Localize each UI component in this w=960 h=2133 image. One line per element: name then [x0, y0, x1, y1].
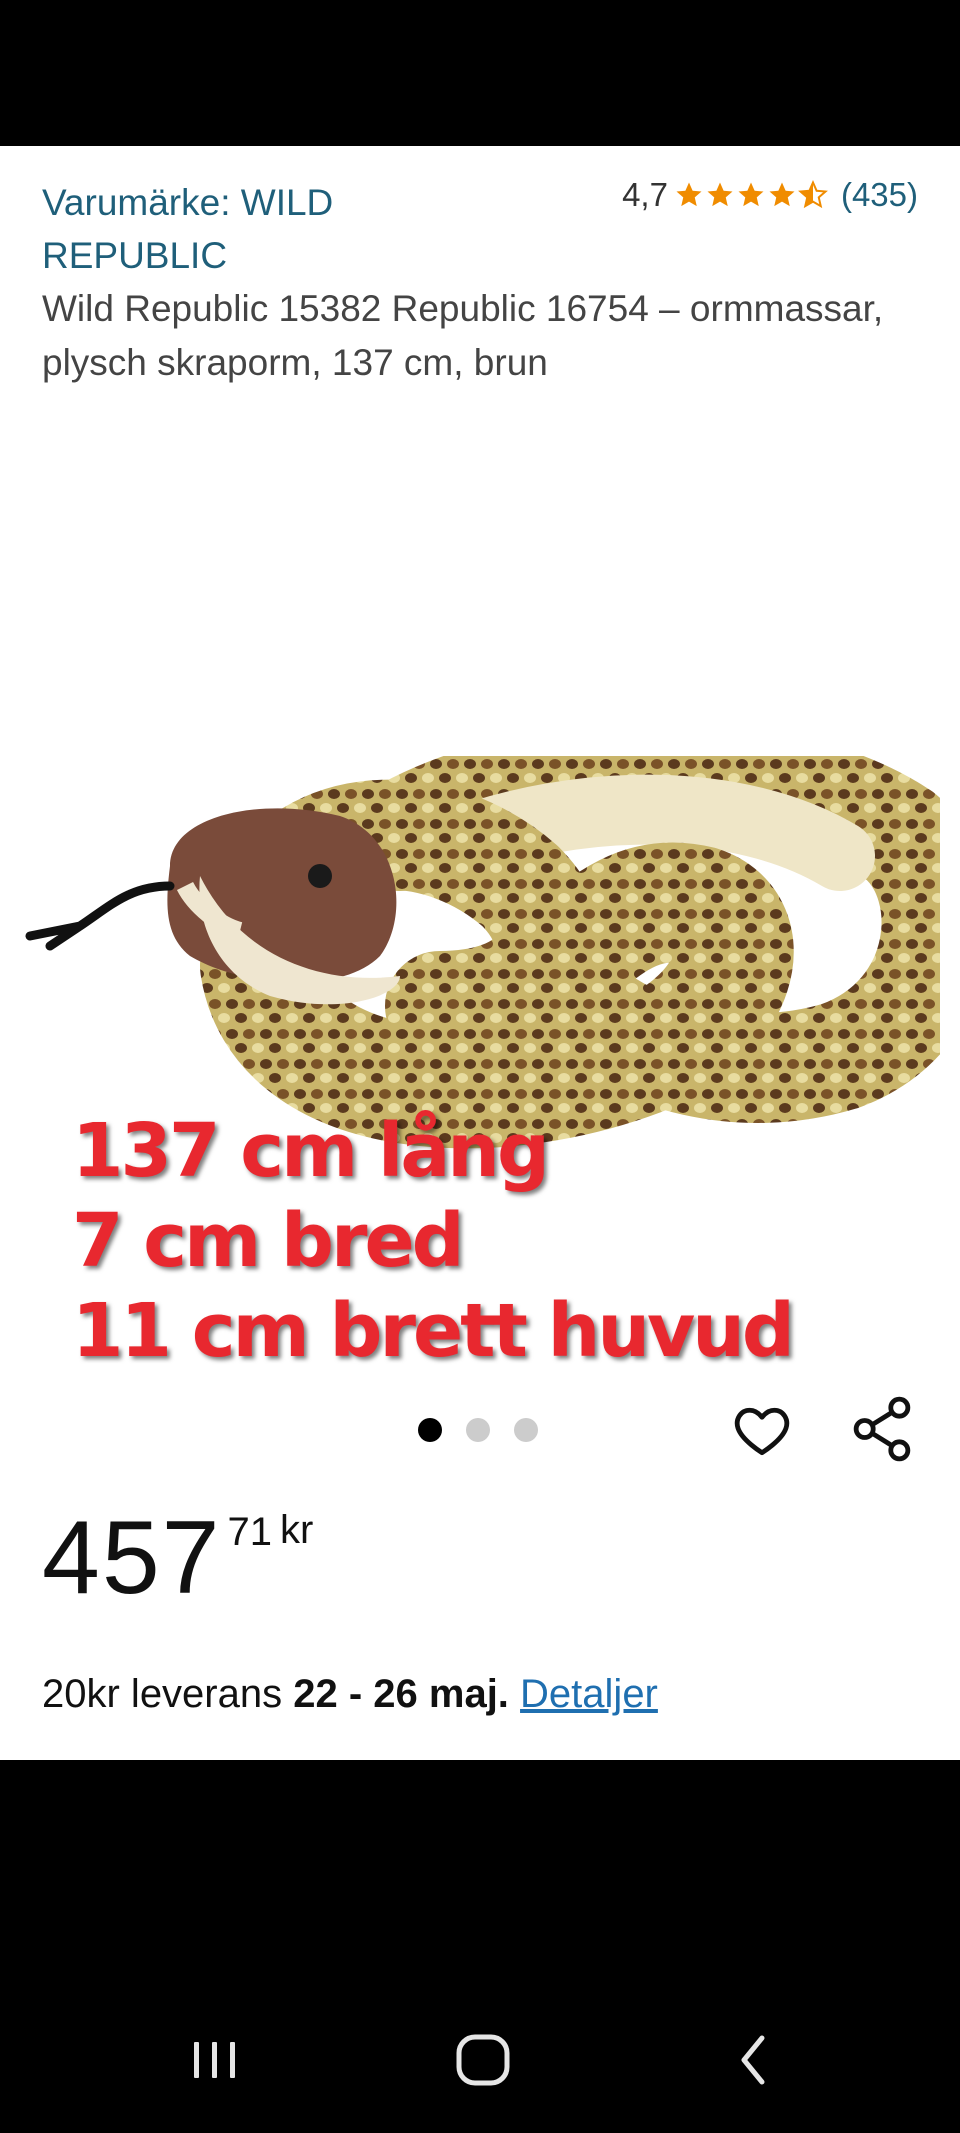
- delivery-dates: 22 - 26 maj.: [293, 1672, 509, 1716]
- system-nav-bar: [0, 2010, 960, 2110]
- rating-count: (435): [840, 176, 918, 213]
- price: 457 71 kr: [42, 1506, 313, 1610]
- brand-link[interactable]: Varumärke: WILD REPUBLIC: [42, 176, 472, 282]
- star-icon: [769, 182, 795, 207]
- star-icon: [738, 182, 764, 207]
- brand-line-2: REPUBLIC: [42, 235, 228, 276]
- rating-stars: [674, 180, 829, 210]
- product-detail: Varumärke: WILD REPUBLIC 4,7 (435) Wild …: [0, 146, 960, 1760]
- home-icon[interactable]: [448, 2030, 518, 2090]
- recents-icon[interactable]: [180, 2030, 250, 2090]
- delivery-info: 20kr leverans 22 - 26 maj. Detaljer: [42, 1672, 658, 1717]
- carousel-dot[interactable]: [514, 1418, 538, 1442]
- price-whole: 457: [42, 1500, 222, 1616]
- price-fraction: 71: [227, 1510, 273, 1554]
- carousel-indicator: [418, 1418, 538, 1442]
- brand-rating-row: Varumärke: WILD REPUBLIC 4,7 (435): [42, 176, 918, 282]
- product-title: Wild Republic 15382 Republic 16754 – orm…: [42, 288, 884, 383]
- size-width: 7 cm bred: [72, 1198, 465, 1284]
- size-length: 137 cm lång: [72, 1108, 550, 1194]
- star-icon: [707, 182, 733, 207]
- brand-line-1: Varumärke: WILD: [42, 182, 334, 223]
- carousel-dot[interactable]: [466, 1418, 490, 1442]
- heart-icon[interactable]: [730, 1398, 794, 1462]
- size-overlay-text: 137 cm lång 7 cm bred 11 cm brett huvud: [72, 1106, 795, 1376]
- size-head: 11 cm brett huvud: [72, 1288, 795, 1374]
- back-icon[interactable]: [720, 2030, 790, 2090]
- star-half-icon: [798, 180, 828, 209]
- product-image-carousel[interactable]: [0, 596, 960, 1556]
- star-icon: [676, 182, 702, 207]
- price-currency: kr: [280, 1508, 314, 1552]
- delivery-prefix: 20kr leverans: [42, 1672, 294, 1716]
- rating-summary[interactable]: 4,7 (435): [622, 176, 918, 214]
- share-icon[interactable]: [850, 1394, 914, 1464]
- rating-score: 4,7: [622, 176, 668, 213]
- screen: Varumärke: WILD REPUBLIC 4,7 (435) Wild …: [0, 0, 960, 2133]
- delivery-details-link[interactable]: Detaljer: [520, 1672, 658, 1716]
- carousel-dot-active[interactable]: [418, 1418, 442, 1442]
